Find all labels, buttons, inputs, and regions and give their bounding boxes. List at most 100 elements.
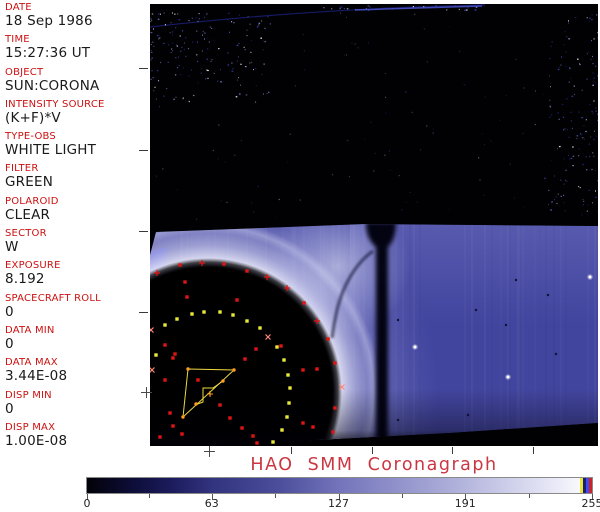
speck xyxy=(354,8,356,11)
speck xyxy=(258,24,260,26)
speck xyxy=(178,56,180,58)
colorbar-minor-tick xyxy=(275,494,277,498)
field-value: CLEAR xyxy=(5,206,51,223)
speck xyxy=(586,169,588,171)
red-fiducial-dot xyxy=(311,425,315,429)
speck xyxy=(257,185,259,188)
speck xyxy=(255,101,257,103)
speck xyxy=(478,157,480,159)
speck xyxy=(596,113,598,115)
speck xyxy=(150,59,152,61)
sidebar-field: EXPOSURE 8.192 xyxy=(5,260,147,287)
field-value: 0 xyxy=(5,335,14,352)
field-value: WHITE LIGHT xyxy=(5,142,97,159)
speck xyxy=(150,50,152,52)
speck xyxy=(595,190,596,192)
speck xyxy=(514,197,515,199)
speck xyxy=(547,203,549,206)
speck xyxy=(153,28,154,30)
red-fiducial-dot xyxy=(178,263,182,267)
speck xyxy=(154,86,156,88)
speck xyxy=(412,6,414,8)
speck xyxy=(572,165,574,167)
speck xyxy=(534,123,536,126)
speck xyxy=(289,133,291,135)
speck xyxy=(483,143,485,146)
speck xyxy=(556,148,558,150)
speck xyxy=(250,51,252,53)
speck xyxy=(167,61,170,63)
speck xyxy=(563,194,565,196)
colorbar-tick-label: 63 xyxy=(204,497,219,510)
speck xyxy=(164,24,166,26)
speck xyxy=(592,55,593,58)
speck xyxy=(592,152,594,154)
red-fiducial-dot xyxy=(255,441,259,445)
speck xyxy=(331,8,333,10)
field-label: POLAROID xyxy=(5,195,59,207)
speck xyxy=(278,198,280,201)
yellow-fiducial-dot xyxy=(202,310,206,314)
speck xyxy=(253,69,254,71)
speck xyxy=(340,12,342,14)
red-fiducial-dot xyxy=(228,416,232,420)
speck xyxy=(564,210,566,212)
red-fiducial-dot xyxy=(315,367,319,371)
speck xyxy=(351,42,353,44)
colorbar-saturation-stripe xyxy=(589,478,592,493)
speck xyxy=(257,25,259,27)
speck xyxy=(553,199,555,201)
speck xyxy=(374,152,376,155)
sidebar-field: POLAROID CLEAR xyxy=(5,196,147,223)
polygon-vertex-dot xyxy=(221,379,225,383)
speck xyxy=(594,130,595,132)
coronagraph-image xyxy=(150,4,598,446)
yellow-fiducial-dot xyxy=(282,358,286,362)
speck xyxy=(196,30,198,32)
speck xyxy=(591,19,593,21)
speck xyxy=(262,40,264,42)
speck xyxy=(163,12,165,14)
speck xyxy=(172,34,173,36)
speck xyxy=(201,50,203,52)
speck xyxy=(593,38,595,40)
speck xyxy=(172,31,174,33)
speck xyxy=(570,157,573,159)
speck xyxy=(218,48,220,50)
speck xyxy=(201,68,203,70)
field-value: W xyxy=(5,239,19,256)
speck xyxy=(198,13,200,15)
polygon-vertex-dot xyxy=(181,415,185,419)
speck xyxy=(550,106,551,108)
speck xyxy=(205,78,207,80)
speck xyxy=(592,202,593,204)
red-fiducial-dot xyxy=(254,347,258,351)
speck xyxy=(156,175,157,177)
speck xyxy=(264,27,266,29)
polygon-vertex-dot xyxy=(232,368,236,372)
speck xyxy=(587,204,589,206)
speck xyxy=(303,50,305,52)
speck xyxy=(213,72,215,74)
speck xyxy=(198,18,200,20)
speck xyxy=(589,17,591,19)
speck xyxy=(202,30,204,33)
speck xyxy=(550,86,551,88)
speck xyxy=(578,148,580,150)
speck xyxy=(578,155,580,157)
colorbar-tick-label: 255 xyxy=(581,497,600,510)
speck xyxy=(585,130,587,133)
speck xyxy=(304,69,306,71)
speck xyxy=(212,149,214,151)
field-value: SUN:CORONA xyxy=(5,77,100,94)
speck xyxy=(409,68,411,70)
speck xyxy=(185,55,187,57)
speck xyxy=(572,146,574,148)
speck xyxy=(150,31,151,33)
speck xyxy=(577,58,579,60)
speck xyxy=(204,38,205,40)
speck xyxy=(176,45,178,47)
speck xyxy=(566,180,568,182)
red-fiducial-dot xyxy=(333,406,337,410)
speck xyxy=(231,70,234,72)
